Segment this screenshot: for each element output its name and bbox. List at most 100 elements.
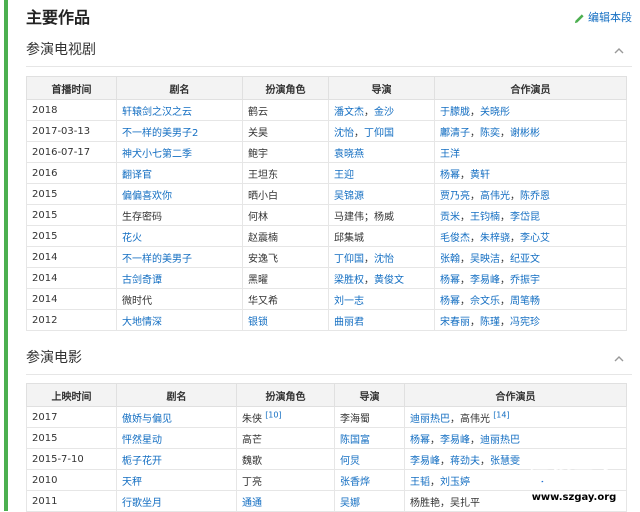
separator: ， — [460, 169, 470, 181]
cast-link[interactable]: 鄘清子 — [440, 128, 470, 139]
cast-link[interactable]: 迪丽热巴 — [410, 414, 450, 425]
role-cell: 高芒 — [236, 427, 335, 449]
cast-link[interactable]: 冯宪珍 — [510, 317, 540, 328]
cast-link[interactable]: 贡米 — [440, 212, 460, 223]
cast-link[interactable]: 李心艾 — [520, 233, 550, 244]
cast-link[interactable]: 吴映洁 — [470, 254, 500, 265]
director-link[interactable]: 何炅 — [340, 456, 360, 467]
cast-link[interactable]: 李易峰 — [470, 275, 500, 286]
title-cell: 偏偏喜欢你 — [116, 183, 243, 205]
film-title-link[interactable]: 怦然星动 — [122, 435, 162, 446]
table-row: 2015 花火 赵震楠 邱集城 毛俊杰，朱梓骁，李心艾 — [26, 225, 627, 247]
director-cell: 丁仰国，沈怡 — [328, 246, 435, 268]
cast-link[interactable]: 黄轩 — [470, 170, 490, 181]
cast-link[interactable]: 陈瑾 — [480, 317, 500, 328]
cast-link[interactable]: 毛俊杰 — [440, 233, 470, 244]
drama-title-link[interactable]: 不一样的美男子 — [122, 254, 192, 265]
cast-link[interactable]: 李易峰 — [410, 456, 440, 467]
cast-link[interactable]: 朱梓骁 — [480, 233, 510, 244]
director-link[interactable]: 张香烨 — [340, 477, 370, 488]
director-link[interactable]: 吴锦源 — [334, 191, 364, 202]
cast-cell: 于朦胧，关晓彤 — [434, 99, 627, 121]
director-link[interactable]: 吴娜 — [340, 498, 360, 509]
cast-link[interactable]: 高伟光 — [480, 191, 510, 202]
cast-link[interactable]: 王洋 — [440, 149, 460, 160]
reference-link[interactable]: [14] — [493, 410, 509, 419]
director-link[interactable]: 陈国富 — [340, 435, 370, 446]
column-header: 上映时间 — [26, 383, 117, 407]
cast-link[interactable]: 杨幂 — [410, 435, 430, 446]
director-link[interactable]: 沈怡 — [334, 128, 354, 139]
cast-link[interactable]: 于朦胧 — [440, 107, 470, 118]
cast-link[interactable]: 宋春丽 — [440, 317, 470, 328]
cast-link[interactable]: 迪丽热巴 — [480, 435, 520, 446]
drama-title-link[interactable]: 花火 — [122, 233, 142, 244]
drama-title-link[interactable]: 神犬小七第二季 — [122, 149, 192, 160]
director-link[interactable]: 梁胜权 — [334, 275, 364, 286]
cast-link[interactable]: 纪亚文 — [510, 254, 540, 265]
director-link[interactable]: 丁仰国 — [364, 128, 394, 139]
cast-link[interactable]: 陈奕 — [480, 128, 500, 139]
cast-link[interactable]: 陈乔恩 — [520, 191, 550, 202]
role-cell: 王坦东 — [242, 162, 329, 184]
director-link[interactable]: 袁晓燕 — [334, 149, 364, 160]
drama-title-link[interactable]: 大地情深 — [122, 317, 162, 328]
cast-link[interactable]: 关晓彤 — [480, 107, 510, 118]
director-link[interactable]: 潘文杰 — [334, 107, 364, 118]
cast-link[interactable]: 杨幂 — [440, 275, 460, 286]
director-link[interactable]: 金沙 — [374, 107, 394, 118]
cast-link[interactable]: 谢彬彬 — [510, 128, 540, 139]
cast-cell: 宋春丽，陈瑾，冯宪珍 — [434, 309, 627, 331]
director-link[interactable]: 黄俊文 — [374, 275, 404, 286]
film-title-link[interactable]: 傲娇与偏见 — [122, 414, 172, 425]
director-name: 李海蜀 — [340, 413, 370, 425]
reference-link[interactable]: [10] — [265, 410, 281, 419]
cast-link[interactable]: 佘文乐 — [470, 296, 500, 307]
cast-link[interactable]: 张慧雯 — [490, 456, 520, 467]
film-title-link[interactable]: 行歌坐月 — [122, 498, 162, 509]
role-link[interactable]: 银锁 — [248, 317, 268, 328]
edit-section-button[interactable]: 编辑本段 — [574, 10, 632, 26]
drama-title-link[interactable]: 不一样的美男子2 — [122, 128, 198, 139]
drama-title-link[interactable]: 翻译官 — [122, 170, 152, 181]
separator: ， — [480, 455, 490, 467]
cast-cell: 毛俊杰，朱梓骁，李心艾 — [434, 225, 627, 247]
column-header: 导演 — [334, 383, 405, 407]
cast-link[interactable]: 王钧楠 — [470, 212, 500, 223]
director-link[interactable]: 沈怡 — [374, 254, 394, 265]
table-row: 2014 不一样的美男子 安逸飞 丁仰国，沈怡 张翰，吴映洁，纪亚文 — [26, 246, 627, 268]
cast-link[interactable]: 刘玉婷 — [440, 477, 470, 488]
collapse-chevron-icon[interactable] — [612, 44, 626, 58]
cast-link[interactable]: 李易峰 — [440, 435, 470, 446]
cast-link[interactable]: 蒋劲夫 — [450, 456, 480, 467]
director-cell: 沈怡，丁仰国 — [328, 120, 435, 142]
director-link[interactable]: 曲丽君 — [334, 317, 364, 328]
cast-link[interactable]: 周笔畅 — [510, 296, 540, 307]
cast-link[interactable]: 杨幂 — [440, 170, 460, 181]
cast-link[interactable]: 贾乃亮 — [440, 191, 470, 202]
cast-link[interactable]: 王韬 — [410, 477, 430, 488]
film-section-title: 参演电影 — [26, 350, 82, 366]
cast-link[interactable]: 张翰 — [440, 254, 460, 265]
cast-link[interactable]: 李岱昆 — [510, 212, 540, 223]
role-link[interactable]: 通通 — [242, 498, 262, 509]
table-row: 2017 傲娇与偏见 朱侠 [10] 李海蜀 迪丽热巴，高伟光 [14] — [26, 406, 627, 428]
collapse-chevron-icon[interactable] — [612, 352, 626, 366]
film-title-link[interactable]: 栀子花开 — [122, 456, 162, 467]
director-cell: 何炅 — [334, 448, 405, 470]
director-link[interactable]: 王迎 — [334, 170, 354, 181]
director-link[interactable]: 刘一志 — [334, 296, 364, 307]
drama-title-link[interactable]: 偏偏喜欢你 — [122, 191, 172, 202]
separator: ， — [500, 127, 510, 139]
role-name: 赵震楠 — [248, 232, 278, 244]
cast-name: 吴扎平 — [450, 497, 480, 509]
drama-title-link[interactable]: 古剑奇谭 — [122, 275, 162, 286]
film-title-link[interactable]: 天秤 — [122, 477, 142, 488]
title-cell: 古剑奇谭 — [116, 267, 243, 289]
section-divider — [26, 66, 632, 67]
drama-title-link[interactable]: 轩辕剑之汉之云 — [122, 107, 192, 118]
director-link[interactable]: 丁仰国 — [334, 254, 364, 265]
title-cell: 生存密码 — [116, 204, 243, 226]
cast-link[interactable]: 乔振宇 — [510, 275, 540, 286]
cast-link[interactable]: 杨幂 — [440, 296, 460, 307]
